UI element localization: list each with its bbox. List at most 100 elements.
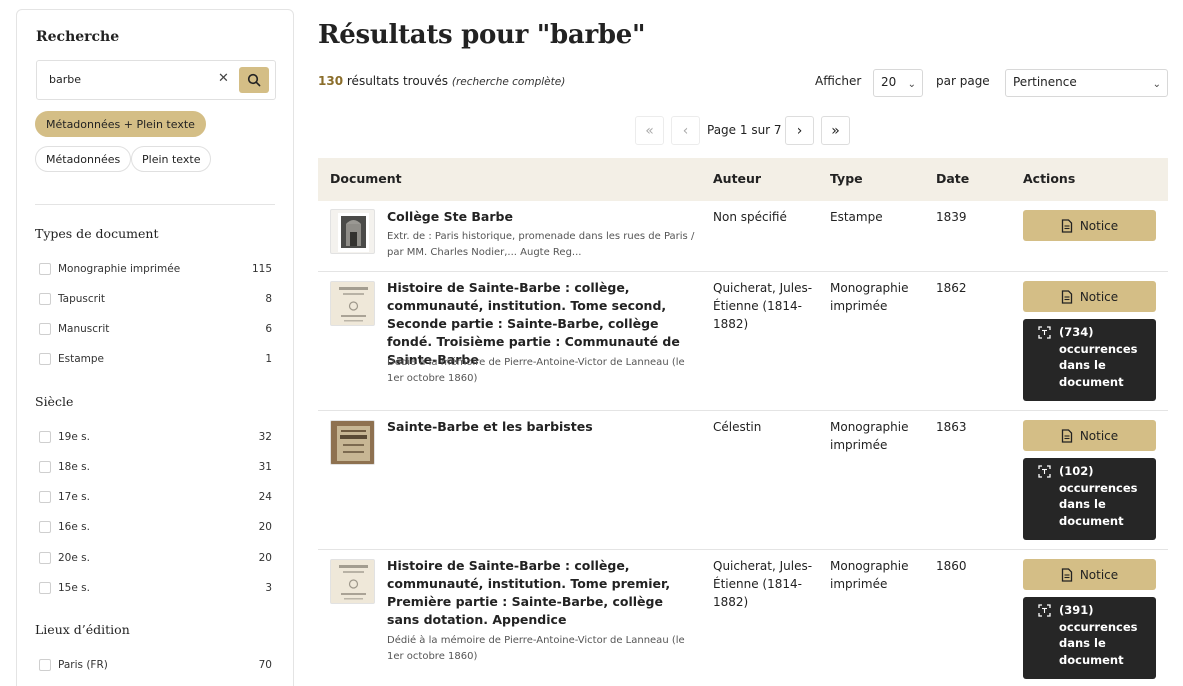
facet-item[interactable]: 20e s. 20	[39, 550, 272, 566]
search-icon	[247, 73, 261, 87]
column-header-document: Document	[330, 171, 402, 186]
notice-button[interactable]: Notice	[1023, 420, 1156, 451]
column-header-actions: Actions	[1023, 171, 1076, 186]
engraving-image	[338, 213, 369, 252]
results-count: 130	[318, 74, 344, 88]
checkbox[interactable]	[39, 323, 51, 335]
facet-item[interactable]: 18e s. 31	[39, 459, 272, 475]
checkbox[interactable]	[39, 263, 51, 275]
document-date: 1860	[936, 559, 967, 573]
checkbox[interactable]	[39, 552, 51, 564]
column-header-author: Auteur	[713, 171, 762, 186]
row-divider	[318, 410, 1168, 411]
next-page-button[interactable]: ›	[785, 116, 814, 145]
facet-title-document-types: Types de document	[35, 226, 159, 241]
facet-item[interactable]: 15e s. 3	[39, 580, 272, 596]
search-button[interactable]	[239, 67, 269, 93]
row-divider	[318, 271, 1168, 272]
mode-metadata[interactable]: Métadonnées	[35, 146, 132, 172]
document-author: Quicherat, Jules-Étienne (1814-1882)	[713, 281, 813, 331]
book-cover-image	[331, 282, 374, 325]
text-scan-icon	[1038, 326, 1051, 339]
facet-title-century: Siècle	[35, 394, 74, 409]
page-indicator: Page 1 sur 7	[707, 123, 782, 137]
document-thumbnail[interactable]	[330, 209, 375, 254]
mode-fulltext[interactable]: Plein texte	[131, 146, 212, 172]
sidebar-title: Recherche	[36, 29, 120, 45]
row-divider	[318, 549, 1168, 550]
facet-item[interactable]: Monographie imprimée 115	[39, 261, 272, 277]
document-description: Dédié à la mémoire de Pierre-Antoine-Vic…	[387, 635, 685, 662]
document-title-link[interactable]: Collège Ste Barbe	[387, 208, 697, 226]
per-page-select[interactable]: 20 ⌄	[873, 69, 923, 97]
document-type: Monographie imprimée	[830, 281, 909, 313]
prev-page-button[interactable]: ‹	[671, 116, 700, 145]
occurrences-button[interactable]: (102) occurrences dans le document	[1023, 458, 1156, 540]
document-date: 1862	[936, 281, 967, 295]
results-count-suffix: résultats trouvés	[346, 74, 449, 88]
text-scan-icon	[1038, 604, 1051, 617]
last-page-button[interactable]: »	[821, 116, 850, 145]
facet-item[interactable]: Estampe 1	[39, 351, 272, 367]
document-date: 1839	[936, 210, 967, 224]
results-summary: 130 résultats trouvés (recherche complèt…	[318, 74, 565, 88]
facet-item[interactable]: 19e s. 32	[39, 429, 272, 445]
table-header: Document Auteur Type Date Actions	[318, 158, 1168, 201]
document-thumbnail[interactable]	[330, 559, 375, 604]
text-scan-icon	[1038, 465, 1051, 478]
document-description: Dédié à la mémoire de Pierre-Antoine-Vic…	[387, 357, 685, 384]
close-icon[interactable]: ✕	[218, 71, 229, 86]
chevron-down-icon: ⌄	[907, 79, 916, 90]
search-input[interactable]: barbe ✕	[36, 60, 276, 100]
notice-button[interactable]: Notice	[1023, 281, 1156, 312]
search-value[interactable]: barbe	[49, 73, 81, 86]
per-page-label: par page	[936, 74, 990, 88]
document-icon	[1061, 428, 1072, 443]
first-page-button[interactable]: «	[635, 116, 664, 145]
occurrences-button[interactable]: (391) occurrences dans le document	[1023, 597, 1156, 679]
facet-item[interactable]: 17e s. 24	[39, 489, 272, 505]
document-icon	[1061, 289, 1072, 304]
sort-select[interactable]: Pertinence ⌄	[1005, 69, 1168, 97]
mode-metadata-fulltext[interactable]: Métadonnées + Plein texte	[35, 111, 206, 137]
document-thumbnail[interactable]	[330, 281, 375, 326]
facet-item[interactable]: Manuscrit 6	[39, 321, 272, 337]
chevron-down-icon: ⌄	[1152, 79, 1161, 90]
page-title: Résultats pour "barbe"	[318, 20, 646, 50]
document-author: Quicherat, Jules-Étienne (1814-1882)	[713, 559, 813, 609]
search-sidebar: Recherche barbe ✕ Métadonnées + Plein te…	[16, 9, 294, 686]
facet-item[interactable]: Tapuscrit 8	[39, 291, 272, 307]
sidebar-divider	[35, 204, 275, 205]
checkbox[interactable]	[39, 582, 51, 594]
book-cover-image	[331, 560, 374, 603]
column-header-date: Date	[936, 171, 970, 186]
document-date: 1863	[936, 420, 967, 434]
document-author: Non spécifié	[713, 210, 787, 224]
notice-button[interactable]: Notice	[1023, 210, 1156, 241]
document-title-link[interactable]: Sainte-Barbe et les barbistes	[387, 418, 697, 436]
facet-title-places: Lieux d’édition	[35, 622, 130, 637]
occurrences-button[interactable]: (734) occurrences dans le document	[1023, 319, 1156, 401]
document-author: Célestin	[713, 420, 762, 434]
notice-button[interactable]: Notice	[1023, 559, 1156, 590]
checkbox[interactable]	[39, 659, 51, 671]
document-title-link[interactable]: Histoire de Sainte-Barbe : collège, comm…	[387, 557, 697, 629]
facet-item[interactable]: 16e s. 20	[39, 519, 272, 535]
facet-item[interactable]: Paris (FR) 70	[39, 657, 272, 673]
document-icon	[1061, 567, 1072, 582]
document-icon	[1061, 218, 1072, 233]
checkbox[interactable]	[39, 293, 51, 305]
document-type: Monographie imprimée	[830, 559, 909, 591]
search-note: (recherche complète)	[451, 76, 566, 88]
checkbox[interactable]	[39, 431, 51, 443]
checkbox[interactable]	[39, 353, 51, 365]
document-thumbnail[interactable]	[330, 420, 375, 465]
checkbox[interactable]	[39, 491, 51, 503]
document-type: Estampe	[830, 210, 883, 224]
document-description: Extr. de : Paris historique, promenade d…	[387, 231, 695, 258]
column-header-type: Type	[830, 171, 863, 186]
checkbox[interactable]	[39, 461, 51, 473]
book-cover-image	[331, 421, 374, 464]
show-label: Afficher	[815, 74, 862, 88]
checkbox[interactable]	[39, 521, 51, 533]
